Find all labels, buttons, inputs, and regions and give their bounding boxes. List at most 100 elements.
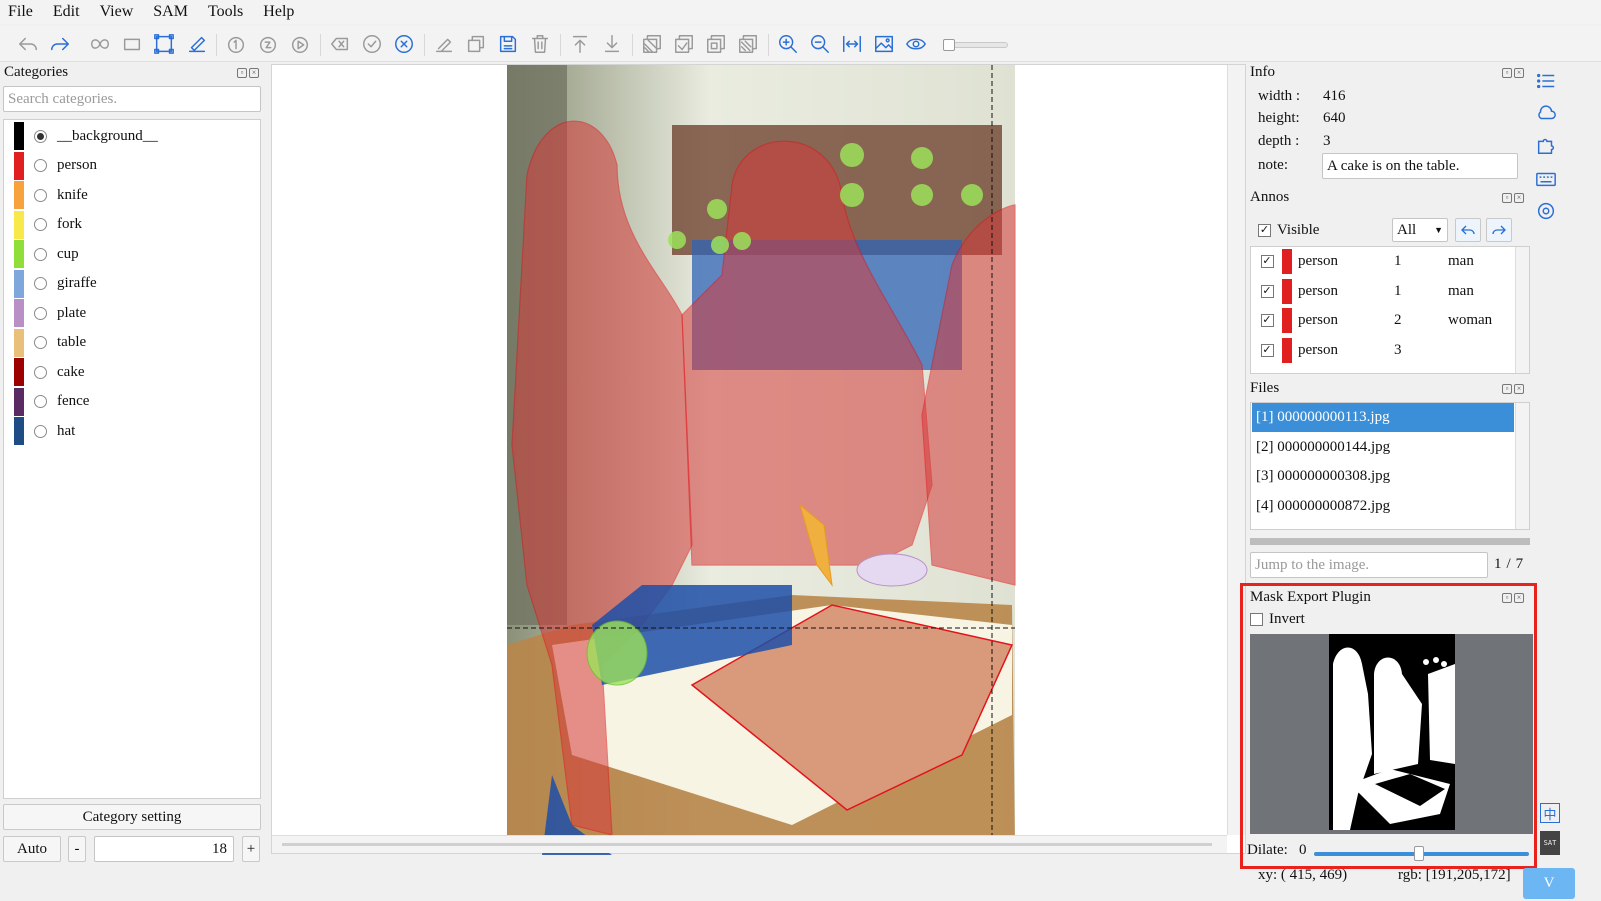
- file-item[interactable]: [4] 000000000872.jpg: [1252, 492, 1514, 521]
- brush-size-minus-button[interactable]: -: [68, 836, 86, 862]
- anno-row[interactable]: ✓ person 1 man: [1252, 277, 1514, 306]
- visible-checkbox[interactable]: ✓: [1258, 224, 1271, 237]
- mask-toggle-icon[interactable]: [702, 30, 730, 58]
- sam-point-icon[interactable]: [222, 30, 250, 58]
- float-icon[interactable]: ▫: [1502, 384, 1512, 394]
- file-item[interactable]: [2] 000000000144.jpg: [1252, 433, 1514, 462]
- plugin-icon[interactable]: [1533, 132, 1559, 158]
- anno-prev-button[interactable]: [1455, 218, 1481, 242]
- visible-toggle[interactable]: ✓ Visible: [1258, 222, 1319, 239]
- close-icon[interactable]: ×: [1514, 384, 1524, 394]
- file-scrollbar[interactable]: [1515, 403, 1529, 529]
- copy-icon[interactable]: [462, 30, 490, 58]
- settings-icon[interactable]: [1533, 198, 1559, 224]
- brush-size-input[interactable]: 18: [94, 836, 234, 862]
- image-icon[interactable]: [870, 30, 898, 58]
- category-item[interactable]: person: [14, 151, 97, 180]
- image-canvas[interactable]: [271, 64, 1246, 855]
- note-input[interactable]: A cake is on the table.: [1322, 153, 1518, 179]
- edit-label-icon[interactable]: [430, 30, 458, 58]
- close-icon[interactable]: ×: [1514, 68, 1524, 78]
- dilate-slider[interactable]: [1314, 846, 1529, 861]
- status-action-button[interactable]: V: [1523, 868, 1575, 899]
- category-item[interactable]: knife: [14, 181, 88, 209]
- category-item[interactable]: __background__: [14, 122, 158, 150]
- menu-edit[interactable]: Edit: [51, 3, 82, 21]
- category-item[interactable]: cake: [14, 358, 84, 386]
- category-radio[interactable]: [34, 129, 47, 143]
- category-radio[interactable]: [34, 247, 47, 261]
- move-bottom-icon[interactable]: [598, 30, 626, 58]
- brush-icon[interactable]: [183, 30, 211, 58]
- anno-filter-select[interactable]: All ▼: [1392, 218, 1448, 242]
- file-list-scrollbar[interactable]: [1250, 538, 1530, 545]
- edit-shape-icon[interactable]: [150, 30, 178, 58]
- finish-icon[interactable]: [358, 30, 386, 58]
- category-radio[interactable]: [34, 306, 47, 320]
- show-masks-icon[interactable]: [670, 30, 698, 58]
- menu-view[interactable]: View: [98, 3, 136, 21]
- category-radio[interactable]: [34, 159, 47, 172]
- undo-icon[interactable]: [14, 30, 42, 58]
- invert-checkbox[interactable]: [1250, 613, 1263, 626]
- preview-icon[interactable]: [902, 30, 930, 58]
- category-item[interactable]: table: [14, 328, 86, 357]
- menu-tools[interactable]: Tools: [206, 3, 245, 21]
- close-icon[interactable]: ×: [1514, 593, 1524, 603]
- category-radio[interactable]: [34, 365, 47, 379]
- category-search-input[interactable]: Search categories.: [3, 86, 261, 112]
- menu-sam[interactable]: SAM: [151, 3, 190, 21]
- anno-visible-checkbox[interactable]: ✓: [1260, 314, 1274, 327]
- close-icon[interactable]: ×: [1514, 193, 1524, 203]
- canvas-horizontal-scrollbar[interactable]: [272, 835, 1227, 853]
- anno-next-button[interactable]: [1486, 218, 1512, 242]
- anno-visible-checkbox[interactable]: ✓: [1260, 255, 1274, 268]
- anno-scrollbar[interactable]: [1515, 247, 1529, 373]
- language-badge[interactable]: 中: [1540, 803, 1560, 823]
- category-item[interactable]: fence: [14, 387, 89, 416]
- category-item[interactable]: cup: [14, 240, 79, 268]
- brush-size-plus-button[interactable]: +: [242, 836, 260, 862]
- category-radio[interactable]: [34, 336, 47, 349]
- keyboard-icon[interactable]: [1533, 166, 1559, 192]
- anno-row[interactable]: ✓ person 1 man: [1252, 247, 1514, 276]
- auto-button[interactable]: Auto: [3, 836, 61, 862]
- sam-box-icon[interactable]: [254, 30, 282, 58]
- float-icon[interactable]: ▫: [1502, 68, 1512, 78]
- float-icon[interactable]: ▫: [1502, 193, 1512, 203]
- save-icon[interactable]: [494, 30, 522, 58]
- float-icon[interactable]: ▫: [237, 68, 247, 78]
- invert-toggle[interactable]: Invert: [1250, 611, 1305, 628]
- zoom-slider[interactable]: [943, 39, 1008, 51]
- anno-visible-checkbox[interactable]: ✓: [1260, 343, 1274, 357]
- jump-to-image-input[interactable]: Jump to the image.: [1250, 552, 1488, 578]
- category-item[interactable]: hat: [14, 417, 75, 445]
- category-item[interactable]: plate: [14, 299, 86, 327]
- zoom-out-icon[interactable]: [806, 30, 834, 58]
- zoom-slider-handle[interactable]: [943, 39, 955, 51]
- hide-masks-icon[interactable]: [638, 30, 666, 58]
- list-icon[interactable]: [1533, 68, 1559, 94]
- polygon-tool-icon[interactable]: [86, 30, 114, 58]
- category-item[interactable]: giraffe: [14, 269, 97, 298]
- menu-file[interactable]: File: [6, 3, 35, 21]
- menu-help[interactable]: Help: [261, 3, 296, 21]
- delete-icon[interactable]: [526, 30, 554, 58]
- cloud-icon[interactable]: [1533, 100, 1559, 126]
- redo-icon[interactable]: [46, 30, 74, 58]
- category-setting-button[interactable]: Category setting: [3, 804, 261, 830]
- sam-run-icon[interactable]: [286, 30, 314, 58]
- dilate-slider-handle[interactable]: [1414, 846, 1424, 861]
- rectangle-tool-icon[interactable]: [118, 30, 146, 58]
- close-icon[interactable]: ×: [249, 68, 259, 78]
- file-item[interactable]: [3] 000000000308.jpg: [1252, 462, 1514, 491]
- category-radio[interactable]: [34, 188, 47, 202]
- clear-icon[interactable]: [326, 30, 354, 58]
- anno-row[interactable]: ✓ person 3: [1252, 336, 1514, 365]
- category-radio[interactable]: [34, 424, 47, 438]
- zoom-in-icon[interactable]: [774, 30, 802, 58]
- move-top-icon[interactable]: [566, 30, 594, 58]
- category-radio[interactable]: [34, 218, 47, 231]
- category-radio[interactable]: [34, 395, 47, 408]
- anno-row[interactable]: ✓ person 2 woman: [1252, 306, 1514, 335]
